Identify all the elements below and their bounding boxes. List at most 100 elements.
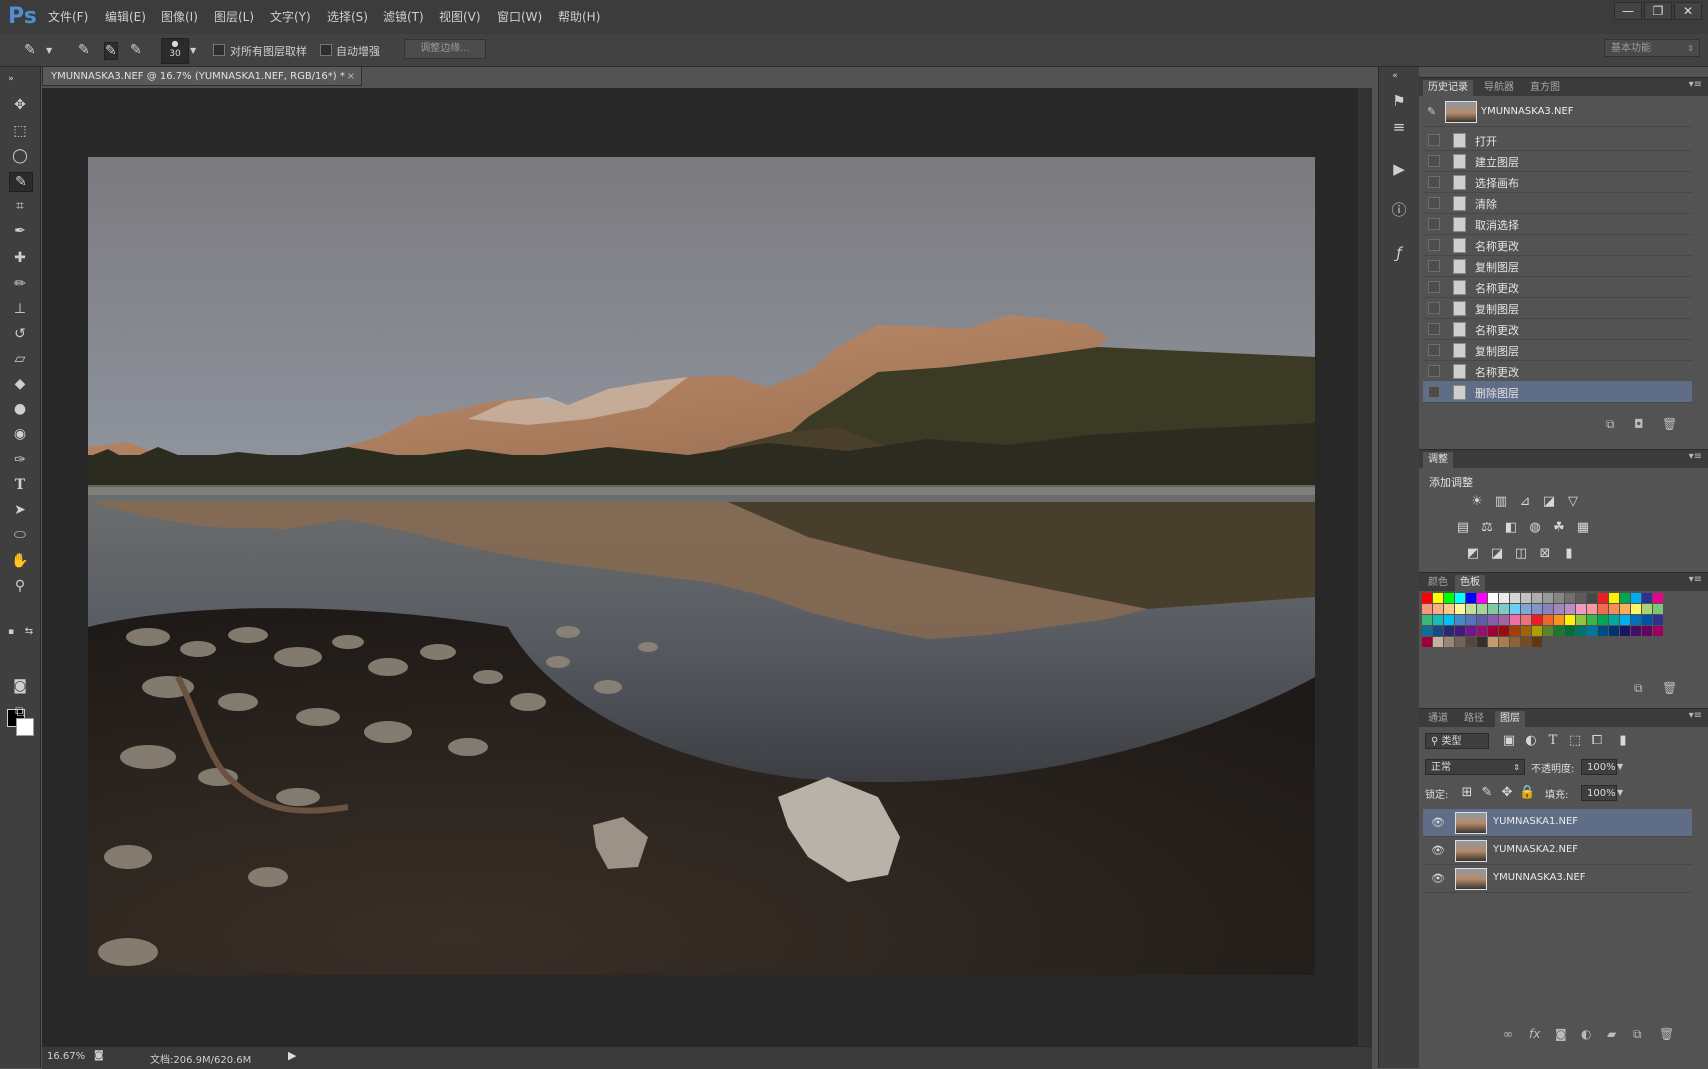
chevron-down-icon[interactable]: ▼ bbox=[1617, 788, 1623, 797]
history-item[interactable]: 清除 bbox=[1423, 192, 1692, 214]
posterize-icon[interactable]: ◪ bbox=[1489, 546, 1505, 562]
color-swatch[interactable] bbox=[1543, 615, 1553, 625]
history-brush-tool-icon[interactable]: ↺ bbox=[9, 325, 31, 343]
layer-row[interactable]: 👁 YMUNNASKA3.NEF bbox=[1423, 865, 1692, 893]
color-swatch[interactable] bbox=[1433, 604, 1443, 614]
color-swatch[interactable] bbox=[1499, 615, 1509, 625]
refine-edge-button[interactable]: 调整边缘... bbox=[404, 39, 486, 59]
marquee-tool-icon[interactable]: ⬚ bbox=[9, 122, 31, 140]
black-white-icon[interactable]: ◧ bbox=[1503, 520, 1519, 536]
close-tab-icon[interactable]: × bbox=[347, 67, 355, 87]
color-swatch[interactable] bbox=[1598, 593, 1608, 603]
color-swatch[interactable] bbox=[1631, 593, 1641, 603]
layer-row[interactable]: 👁 YUMNASKA2.NEF bbox=[1423, 837, 1692, 865]
camera-icon[interactable]: ◘ bbox=[1634, 417, 1644, 431]
color-swatch[interactable] bbox=[1488, 593, 1498, 603]
color-swatch[interactable] bbox=[1576, 615, 1586, 625]
history-item[interactable]: 选择画布 bbox=[1423, 171, 1692, 193]
color-swatch[interactable] bbox=[1433, 593, 1443, 603]
color-swatch[interactable] bbox=[1565, 615, 1575, 625]
maximize-button[interactable]: ❐ bbox=[1644, 2, 1672, 20]
color-swatch[interactable] bbox=[1532, 615, 1542, 625]
subtract-from-selection-icon[interactable]: ✎ bbox=[130, 42, 142, 58]
ellipse-tool-icon[interactable]: ⬭ bbox=[9, 526, 31, 544]
history-item[interactable]: 复制图层 bbox=[1423, 339, 1692, 361]
opacity-input[interactable]: 100% bbox=[1581, 759, 1617, 775]
chevron-down-icon[interactable]: ▼ bbox=[190, 43, 196, 59]
fill-input[interactable]: 100% bbox=[1581, 785, 1617, 801]
color-swatch[interactable] bbox=[1499, 626, 1509, 636]
new-adjustment-layer-icon[interactable]: ◐ bbox=[1581, 1027, 1591, 1041]
color-swatch[interactable] bbox=[1576, 604, 1586, 614]
paint-bucket-tool-icon[interactable]: ◆ bbox=[9, 375, 31, 393]
color-swatch[interactable] bbox=[1521, 615, 1531, 625]
quick-selection-tool-preset-icon[interactable]: ✎ bbox=[24, 42, 36, 58]
brightness-contrast-icon[interactable]: ☀ bbox=[1469, 494, 1485, 510]
trash-icon[interactable]: 🗑 bbox=[1659, 1027, 1674, 1041]
color-swatch[interactable] bbox=[1620, 626, 1630, 636]
color-swatch[interactable] bbox=[1620, 593, 1630, 603]
history-checkbox[interactable] bbox=[1428, 344, 1440, 356]
eye-icon[interactable]: 👁 bbox=[1431, 816, 1445, 829]
invert-icon[interactable]: ◩ bbox=[1465, 546, 1481, 562]
color-swatch[interactable] bbox=[1444, 604, 1454, 614]
new-document-from-state-icon[interactable]: ⧉ bbox=[1606, 417, 1615, 432]
filter-type-icon[interactable]: T bbox=[1545, 733, 1561, 749]
status-menu-arrow-icon[interactable]: ▶ bbox=[288, 1049, 296, 1062]
history-item[interactable]: 名称更改 bbox=[1423, 276, 1692, 298]
color-swatch[interactable] bbox=[1488, 637, 1498, 647]
color-swatch[interactable] bbox=[1576, 593, 1586, 603]
new-selection-icon[interactable]: ✎ bbox=[78, 42, 90, 58]
color-swatch[interactable] bbox=[1653, 615, 1663, 625]
color-swatch[interactable] bbox=[1488, 626, 1498, 636]
lasso-tool-icon[interactable]: ◯ bbox=[9, 147, 31, 165]
color-swatch[interactable] bbox=[1422, 593, 1432, 603]
color-swatch[interactable] bbox=[1554, 615, 1564, 625]
color-swatch[interactable] bbox=[1488, 615, 1498, 625]
info-icon[interactable]: ⓘ bbox=[1389, 200, 1409, 220]
color-swatch[interactable] bbox=[1554, 593, 1564, 603]
hand-tool-icon[interactable]: ✋ bbox=[9, 552, 31, 570]
color-swatch[interactable] bbox=[1433, 637, 1443, 647]
curves-icon[interactable]: ⊿ bbox=[1517, 494, 1533, 510]
color-swatch[interactable] bbox=[1455, 593, 1465, 603]
blend-mode-select[interactable]: 正常 ⇕ bbox=[1425, 759, 1525, 775]
color-swatch[interactable] bbox=[1444, 637, 1454, 647]
color-balance-icon[interactable]: ⚖ bbox=[1479, 520, 1495, 536]
menu-filter[interactable]: 滤镜(T) bbox=[383, 8, 424, 25]
color-swatch[interactable] bbox=[1521, 637, 1531, 647]
color-swatch[interactable] bbox=[1455, 626, 1465, 636]
history-item[interactable]: 取消选择 bbox=[1423, 213, 1692, 235]
color-swatch[interactable] bbox=[1422, 615, 1432, 625]
color-swatch[interactable] bbox=[1477, 626, 1487, 636]
color-swatch[interactable] bbox=[1444, 626, 1454, 636]
color-swatch[interactable] bbox=[1532, 593, 1542, 603]
color-swatch[interactable] bbox=[1444, 615, 1454, 625]
blur-tool-icon[interactable]: ● bbox=[9, 400, 31, 418]
vibrance-icon[interactable]: ▽ bbox=[1565, 494, 1581, 510]
history-brush-source-icon[interactable]: ✎ bbox=[1427, 105, 1436, 118]
tab-paths[interactable]: 路径 bbox=[1459, 711, 1489, 727]
menu-select[interactable]: 选择(S) bbox=[327, 8, 368, 25]
sample-all-layers-checkbox[interactable] bbox=[213, 44, 225, 56]
brush-presets-icon[interactable]: ⚑ bbox=[1389, 91, 1409, 111]
exposure-icon[interactable]: ◪ bbox=[1541, 494, 1557, 510]
color-swatch[interactable] bbox=[1422, 637, 1432, 647]
tab-channels[interactable]: 通道 bbox=[1423, 711, 1453, 727]
color-swatch[interactable] bbox=[1433, 615, 1443, 625]
filter-smart-object-icon[interactable]: ⧠ bbox=[1589, 733, 1605, 749]
history-checkbox[interactable] bbox=[1428, 386, 1440, 398]
color-swatch[interactable] bbox=[1521, 593, 1531, 603]
new-group-icon[interactable]: ▰ bbox=[1607, 1027, 1616, 1041]
tab-navigator[interactable]: 导航器 bbox=[1479, 80, 1519, 96]
color-swatch[interactable] bbox=[1543, 604, 1553, 614]
history-item[interactable]: 名称更改 bbox=[1423, 318, 1692, 340]
color-swatch[interactable] bbox=[1565, 593, 1575, 603]
color-swatch[interactable] bbox=[1433, 626, 1443, 636]
tab-adjustments[interactable]: 调整 bbox=[1423, 452, 1453, 468]
color-swatch[interactable] bbox=[1532, 604, 1542, 614]
layer-style-fx-icon[interactable]: fx bbox=[1529, 1027, 1540, 1041]
document-tab[interactable]: YMUNNASKA3.NEF @ 16.7% (YUMNASKA1.NEF, R… bbox=[42, 66, 362, 86]
menu-image[interactable]: 图像(I) bbox=[161, 8, 198, 25]
tab-color[interactable]: 颜色 bbox=[1423, 575, 1453, 591]
